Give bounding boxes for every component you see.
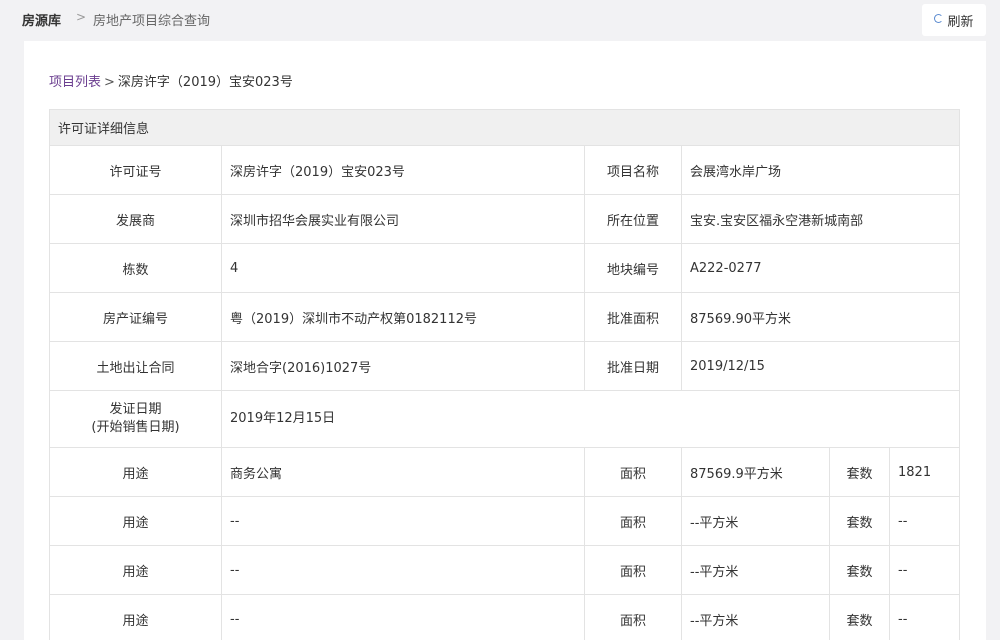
section-header-row: 许可证详细信息 <box>48 109 961 146</box>
table-row: 房产证编号 粤（2019）深圳市不动产权第0182112号 批准面积 87569… <box>49 292 961 342</box>
table-row: 许可证号 深房许字（2019）宝安023号 项目名称 会展湾水岸广场 <box>49 145 961 195</box>
buildings-value: 4 <box>221 243 585 293</box>
breadcrumb-root[interactable]: 房源库 <box>22 10 61 29</box>
project-list-link[interactable]: 项目列表 <box>49 75 101 90</box>
usage-value: -- <box>221 545 585 595</box>
units-value: -- <box>888 545 961 595</box>
usage-row: 用途 -- 面积 --平方米 套数 -- <box>49 496 961 546</box>
usage-row: 用途 -- 面积 --平方米 套数 -- <box>49 594 961 640</box>
area-value: --平方米 <box>681 545 830 595</box>
usage-row: 用途 -- 面积 --平方米 套数 -- <box>49 545 961 595</box>
usage-row: 用途 商务公寓 面积 87569.9平方米 套数 1821 <box>49 447 961 497</box>
project-name-label: 项目名称 <box>584 145 682 195</box>
table-row: 发证日期 (开始销售日期) 2019年12月15日 <box>49 390 961 448</box>
issue-date-label-line2: (开始销售日期) <box>91 420 180 435</box>
approved-area-value: 87569.90平方米 <box>680 292 961 342</box>
area-label: 面积 <box>584 447 682 497</box>
area-label: 面积 <box>584 594 682 640</box>
table-row: 土地出让合同 深地合字(2016)1027号 批准日期 2019/12/15 <box>49 341 961 391</box>
area-value: --平方米 <box>681 496 830 546</box>
permit-no-value: 深房许字（2019）宝安023号 <box>221 145 585 195</box>
approved-area-label: 批准面积 <box>584 292 682 342</box>
table-row: 发展商 深圳市招华会展实业有限公司 所在位置 宝安.宝安区福永空港新城南部 <box>49 194 961 244</box>
usage-value: 商务公寓 <box>221 447 585 497</box>
top-bar: 房源库 > 房地产项目综合查询 刷新 <box>0 0 1000 40</box>
usage-label: 用途 <box>49 594 222 640</box>
usage-label: 用途 <box>49 496 222 546</box>
permit-no-label: 许可证号 <box>49 145 222 195</box>
usage-label: 用途 <box>49 447 222 497</box>
breadcrumb-separator: > <box>76 10 87 24</box>
sub-breadcrumb-separator: > <box>104 75 115 90</box>
usage-value: -- <box>221 496 585 546</box>
units-label: 套数 <box>829 545 890 595</box>
plot-no-value: A222-0277 <box>680 243 961 293</box>
units-value: -- <box>888 496 961 546</box>
issue-date-label-line1: 发证日期 <box>109 402 162 417</box>
units-label: 套数 <box>829 594 890 640</box>
approved-date-label: 批准日期 <box>584 341 682 391</box>
developer-label: 发展商 <box>49 194 222 244</box>
plot-no-label: 地块编号 <box>584 243 682 293</box>
property-cert-label: 房产证编号 <box>49 292 222 342</box>
area-label: 面积 <box>584 545 682 595</box>
approved-date-value: 2019/12/15 <box>680 341 961 391</box>
breadcrumb-current: 房地产项目综合查询 <box>93 14 211 29</box>
units-value: -- <box>888 594 961 640</box>
land-contract-label: 土地出让合同 <box>49 341 222 391</box>
sub-breadcrumb-current: 深房许字（2019）宝安023号 <box>117 75 293 90</box>
buildings-label: 栋数 <box>49 243 222 293</box>
area-label: 面积 <box>584 496 682 546</box>
project-name-value: 会展湾水岸广场 <box>680 145 961 195</box>
refresh-button[interactable]: 刷新 <box>922 4 986 36</box>
usage-value: -- <box>221 594 585 640</box>
usage-label: 用途 <box>49 545 222 595</box>
land-contract-value: 深地合字(2016)1027号 <box>221 341 585 391</box>
units-label: 套数 <box>829 496 890 546</box>
refresh-label: 刷新 <box>947 14 974 30</box>
issue-date-label: 发证日期 (开始销售日期) <box>49 390 222 448</box>
section-title: 许可证详细信息 <box>48 109 961 146</box>
table-row: 栋数 4 地块编号 A222-0277 <box>49 243 961 293</box>
issue-date-value: 2019年12月15日 <box>220 390 961 448</box>
location-value: 宝安.宝安区福永空港新城南部 <box>680 194 961 244</box>
permit-detail-table: 许可证详细信息 许可证号 深房许字（2019）宝安023号 项目名称 会展湾水岸… <box>48 109 961 640</box>
area-value: 87569.9平方米 <box>681 447 830 497</box>
property-cert-value: 粤（2019）深圳市不动产权第0182112号 <box>221 292 585 342</box>
area-value: --平方米 <box>681 594 830 640</box>
units-value: 1821 <box>888 447 961 497</box>
refresh-icon <box>934 13 944 23</box>
developer-value: 深圳市招华会展实业有限公司 <box>221 194 585 244</box>
units-label: 套数 <box>829 447 890 497</box>
sub-breadcrumb: 项目列表 > 深房许字（2019）宝安023号 <box>49 71 293 90</box>
location-label: 所在位置 <box>584 194 682 244</box>
